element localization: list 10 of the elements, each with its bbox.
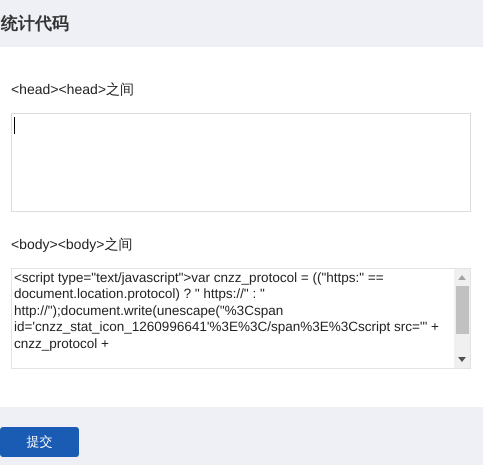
scrollbar[interactable] [454,269,470,368]
text-cursor [14,117,15,134]
field-label: <body><body>之间 [11,236,134,252]
scroll-up-arrow-icon[interactable] [458,275,466,280]
code-textarea[interactable]: <script type="text/javascript">var cnzz_protocol = (("https:" == document.location.protocol) ? " https://" : " http://");document.write(unescape("%3Cspan id='cnzz_stat_icon_1260996641'%3E%3C/span%3E%3Cscript src='" + cnzz_protocol + [11,268,471,369]
submit-button[interactable]: 提交 [0,427,79,457]
code-textarea[interactable] [11,113,471,212]
field-label: <head><head>之间 [11,81,135,97]
page-title: 统计代码 [1,13,69,35]
scroll-down-arrow-icon[interactable] [458,357,466,362]
